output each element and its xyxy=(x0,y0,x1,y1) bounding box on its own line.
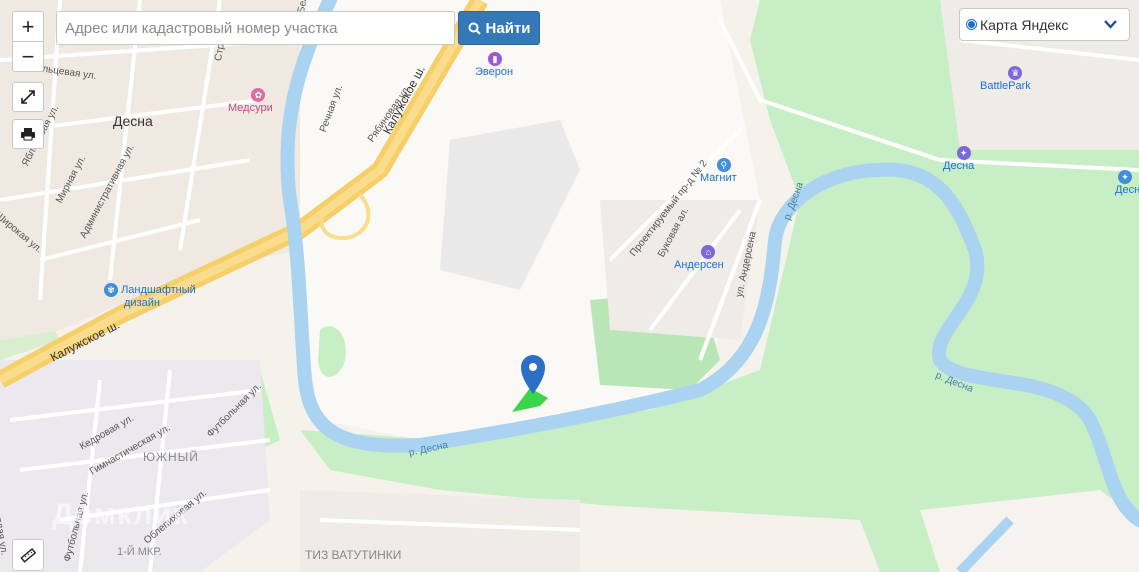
lotus-icon: ✿ xyxy=(251,88,266,102)
place-label-tiz: ТИЗ ВАТУТИНКИ xyxy=(305,548,402,562)
radio-selected-icon[interactable] xyxy=(966,19,977,30)
gas-station-icon: ▮ xyxy=(488,52,503,66)
poi-magnit[interactable]: ⚲ Магнит xyxy=(700,158,737,184)
zoom-in-button[interactable]: + xyxy=(12,11,44,42)
place-label-yuzhny: ЮЖНЫЙ xyxy=(143,450,199,464)
runner-icon: ✦ xyxy=(956,146,971,160)
ruler-button[interactable] xyxy=(12,539,44,571)
trophy-icon: ♛ xyxy=(1008,66,1023,80)
watermark-logo: Домклик xyxy=(52,498,189,531)
map-layer-label: Карта Яндекс xyxy=(980,16,1069,33)
chevron-down-icon xyxy=(1104,20,1117,29)
poi-desna-sport[interactable]: ✦ Десна xyxy=(943,146,974,172)
expand-icon xyxy=(21,90,35,104)
map-layer-select[interactable]: Карта Яндекс xyxy=(959,8,1130,41)
poi-landshaft[interactable]: ✾ Ландшафтный дизайн xyxy=(104,283,196,309)
runner-icon: ✦ xyxy=(1118,170,1132,184)
poi-medsuri[interactable]: ✿ Медсури xyxy=(228,88,273,114)
flower-icon: ✾ xyxy=(104,283,118,297)
shopping-cart-icon: ⚲ xyxy=(716,158,731,172)
poi-desna-cut[interactable]: ✦ Десн xyxy=(1115,170,1139,196)
printer-icon xyxy=(21,128,35,141)
place-label-mkr1: 1-Й МКР. xyxy=(117,546,162,558)
cake-icon: ⌂ xyxy=(701,245,716,259)
poi-everon[interactable]: ▮ Эверон xyxy=(475,52,513,78)
zoom-out-button[interactable]: − xyxy=(12,41,44,72)
place-label-desna: Десна xyxy=(113,113,153,129)
search-input[interactable] xyxy=(56,11,455,45)
search-icon xyxy=(468,22,481,35)
poi-andersen[interactable]: ⌂ Андерсен xyxy=(674,245,724,271)
fullscreen-button[interactable] xyxy=(12,82,44,112)
search-button[interactable]: Найти xyxy=(458,11,540,45)
print-button[interactable] xyxy=(12,119,44,149)
ruler-icon xyxy=(20,547,36,563)
poi-battlepark[interactable]: ♛ BattlePark xyxy=(980,66,1031,92)
